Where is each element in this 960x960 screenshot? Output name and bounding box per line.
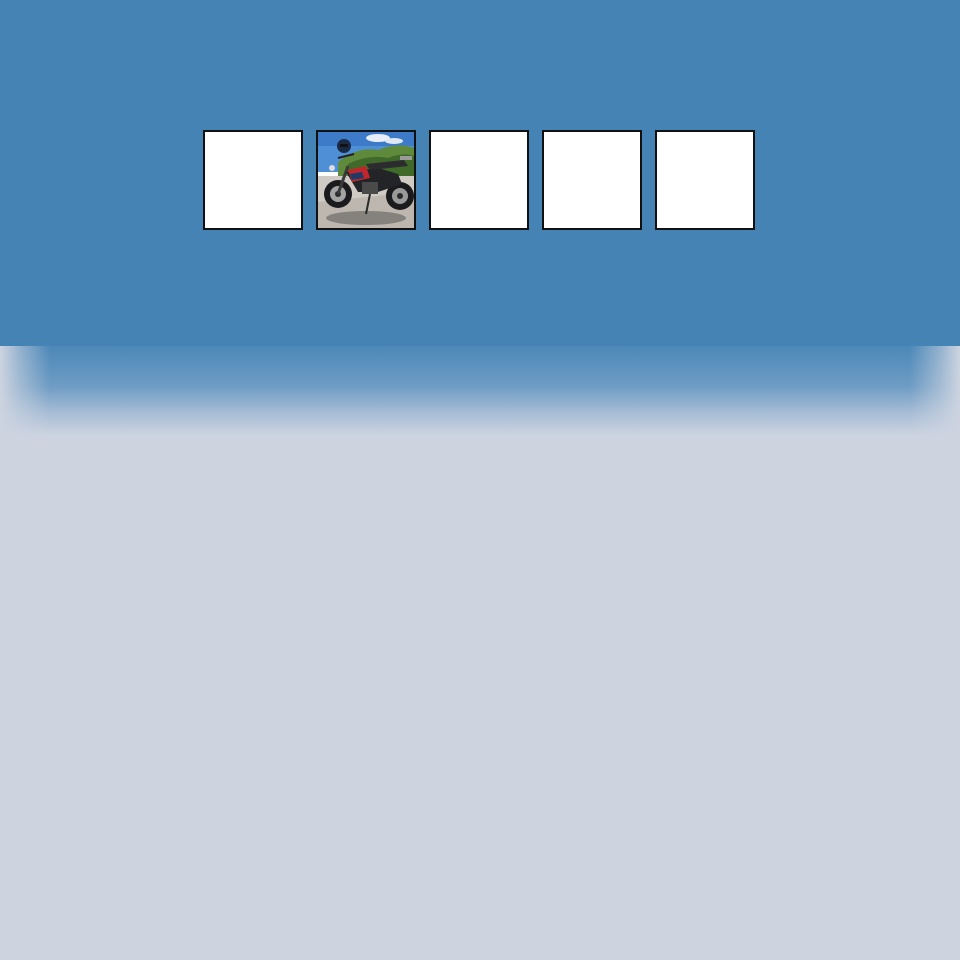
thumbnail-slot-2[interactable] bbox=[316, 130, 416, 230]
thumbnail-strip bbox=[203, 130, 755, 230]
thumbnail-slot-3[interactable] bbox=[429, 130, 529, 230]
thumbnail-slot-4[interactable] bbox=[542, 130, 642, 230]
thumbnail-slot-5[interactable] bbox=[655, 130, 755, 230]
header-shadow bbox=[0, 346, 960, 436]
motorcycle-photo bbox=[318, 132, 414, 228]
thumbnail-slot-1[interactable] bbox=[203, 130, 303, 230]
